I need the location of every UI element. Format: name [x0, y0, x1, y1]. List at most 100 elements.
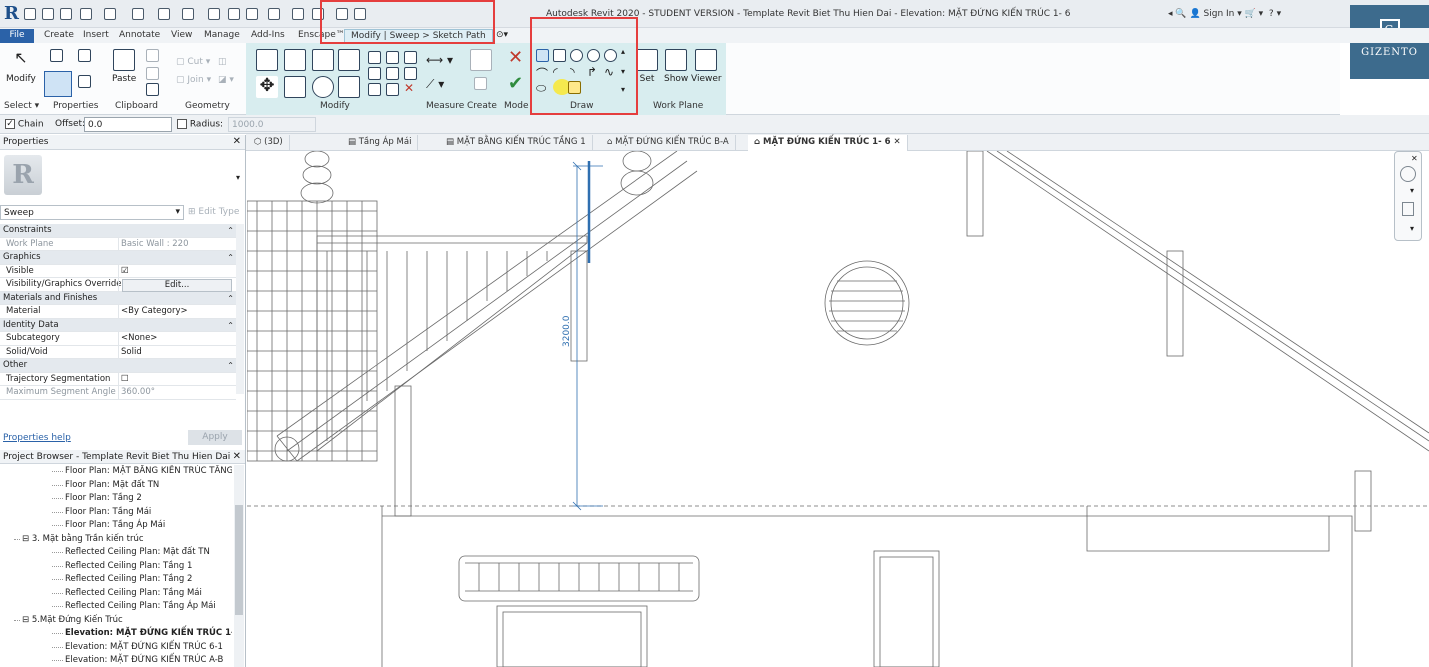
help-icon[interactable]: ?: [1269, 9, 1274, 19]
browser-view-item[interactable]: Reflected Ceiling Plan: Tầng Áp Mái: [65, 601, 216, 611]
move-icon[interactable]: ✥: [256, 76, 278, 98]
tab-create[interactable]: Create: [38, 29, 80, 43]
property-row[interactable]: Solid/Void Solid: [0, 345, 236, 359]
offset-icon[interactable]: [284, 49, 306, 71]
browser-view-item[interactable]: Floor Plan: MẶT BẰNG KIẾN TRÚC TẦNG 1: [65, 466, 232, 476]
trim-extend-icon[interactable]: [338, 76, 360, 98]
zoom-dropdown-icon[interactable]: ▾: [1410, 224, 1414, 233]
browser-view-item[interactable]: Floor Plan: Tầng Áp Mái: [65, 520, 165, 530]
type-selector-dropdown-icon[interactable]: ▾: [236, 173, 240, 182]
tag-qat-icon[interactable]: [228, 8, 240, 20]
property-value[interactable]: <By Category>: [121, 305, 188, 318]
section-icon[interactable]: [292, 8, 304, 20]
sync-icon[interactable]: [80, 8, 92, 20]
join-geometry-button[interactable]: ▢ Join ▾: [176, 75, 211, 85]
finish-edit-mode-icon[interactable]: ✔: [508, 73, 523, 94]
show-work-plane-button[interactable]: Show: [664, 49, 688, 84]
trim-single-icon[interactable]: [368, 83, 381, 96]
tab-insert[interactable]: Insert: [77, 29, 115, 43]
measure-qat-icon[interactable]: [182, 8, 194, 20]
drawing-canvas[interactable]: 3200.0: [247, 151, 1429, 667]
collapse-category-icon[interactable]: ⌃: [227, 251, 234, 264]
property-value[interactable]: Solid: [121, 346, 142, 359]
split-element-icon[interactable]: [368, 51, 381, 64]
browser-group[interactable]: ⊟ 3. Mặt bằng Trần kiến trúc: [22, 534, 144, 544]
property-row[interactable]: Material <By Category>: [0, 305, 236, 319]
tab-overflow-icon[interactable]: ⊙▾: [496, 30, 508, 40]
tab-annotate[interactable]: Annotate: [113, 29, 166, 43]
offset-input[interactable]: 0.0: [84, 117, 172, 132]
property-category[interactable]: Identity Data ⌃: [0, 318, 236, 332]
dimension-icon[interactable]: ⟋ ▾: [426, 77, 444, 92]
cut-icon[interactable]: [146, 49, 159, 62]
align-icon[interactable]: [256, 49, 278, 71]
edit-type-button[interactable]: ⊞ Edit Type: [188, 207, 239, 217]
close-browser-icon[interactable]: ✕: [233, 451, 241, 462]
view-tab-mat-dung-1-6[interactable]: ⌂ MẶT ĐỨNG KIẾN TRÚC 1- 6 ✕: [748, 135, 908, 151]
tab-view[interactable]: View: [165, 29, 198, 43]
property-value[interactable]: Edit...: [122, 279, 232, 292]
array-icon[interactable]: [368, 67, 381, 80]
view-tab-mat-bang-tang-1[interactable]: ▤ MẶT BẰNG KIẾN TRÚC TẦNG 1: [440, 135, 593, 151]
set-work-plane-button[interactable]: Set: [636, 49, 658, 84]
copy-icon[interactable]: [146, 67, 159, 80]
browser-view-item[interactable]: Elevation: MẶT ĐỨNG KIẾN TRÚC A-B: [65, 655, 223, 665]
steering-wheel-icon[interactable]: [1400, 166, 1416, 182]
property-row[interactable]: Subcategory <None>: [0, 332, 236, 346]
radius-option[interactable]: Radius:: [177, 119, 223, 130]
print-icon[interactable]: [158, 8, 170, 20]
create-similar-icon[interactable]: [470, 49, 492, 71]
browser-scrollbar[interactable]: [234, 465, 244, 667]
3d-view-icon[interactable]: [268, 8, 280, 20]
tab-add-ins[interactable]: Add-Ins: [245, 29, 291, 43]
property-row[interactable]: Maximum Segment Angle 360.00°: [0, 386, 236, 400]
zoom-icon[interactable]: [1402, 202, 1414, 216]
type-selector[interactable]: Sweep ▾: [0, 205, 184, 220]
chain-option[interactable]: ✓ Chain: [5, 119, 44, 130]
property-category[interactable]: Materials and Finishes ⌃: [0, 291, 236, 305]
cut-geometry-button[interactable]: ▢ Cut ▾: [176, 57, 210, 67]
properties-toggle-button[interactable]: [44, 71, 72, 97]
copy-element-icon[interactable]: [284, 76, 306, 98]
type-properties-icon[interactable]: [50, 49, 63, 62]
tab-file[interactable]: File: [0, 29, 34, 43]
sign-in-link[interactable]: ◂ 🔍 👤 Sign In ▾ 🛒 ▾ ? ▾: [1168, 9, 1281, 19]
elevation-drawing[interactable]: 3200.0: [247, 151, 1429, 667]
navbar-close-icon[interactable]: ✕: [1411, 154, 1418, 163]
view-tab-3d[interactable]: ⬡ (3D): [248, 135, 290, 151]
browser-view-item[interactable]: Floor Plan: Tầng Mái: [65, 507, 151, 517]
browser-view-item[interactable]: Reflected Ceiling Plan: Tầng Mái: [65, 588, 202, 598]
paste-button[interactable]: Paste: [112, 49, 136, 84]
redo-icon[interactable]: [132, 8, 144, 20]
work-plane-viewer-button[interactable]: Viewer: [691, 49, 722, 84]
browser-view-item[interactable]: Reflected Ceiling Plan: Tầng 2: [65, 574, 192, 584]
unpin-icon[interactable]: [404, 67, 417, 80]
property-category[interactable]: Graphics ⌃: [0, 251, 236, 265]
wall-joins-icon[interactable]: ◫: [218, 57, 227, 67]
match-type-icon[interactable]: [146, 83, 159, 96]
mirror-draw-icon[interactable]: [338, 49, 360, 71]
sketch-path[interactable]: 3200.0: [562, 161, 603, 511]
create-group-icon[interactable]: [474, 77, 487, 90]
close-properties-icon[interactable]: ✕: [233, 136, 241, 147]
property-value[interactable]: ☑: [121, 265, 129, 278]
apply-button[interactable]: Apply: [188, 430, 242, 445]
property-row[interactable]: Visible ☑: [0, 264, 236, 278]
split-gap-icon[interactable]: [386, 51, 399, 64]
property-row[interactable]: Work Plane Basic Wall : 220: [0, 237, 236, 251]
tab-manage[interactable]: Manage: [198, 29, 246, 43]
collapse-category-icon[interactable]: ⌃: [227, 319, 234, 332]
property-category[interactable]: Constraints ⌃: [0, 224, 236, 238]
view-tab-mat-dung-b-a[interactable]: ⌂ MẶT ĐỨNG KIẾN TRÚC B-A: [601, 135, 736, 151]
chain-checkbox[interactable]: ✓: [5, 119, 15, 129]
browser-view-item[interactable]: Floor Plan: Mặt đất TN: [65, 480, 159, 490]
browser-view-item[interactable]: Reflected Ceiling Plan: Tầng 1: [65, 561, 192, 571]
steering-wheel-dropdown-icon[interactable]: ▾: [1410, 186, 1414, 195]
measure-icon[interactable]: ⟷ ▾: [426, 53, 453, 67]
browser-group[interactable]: ⊟ 5.Mặt Đứng Kiến Trúc: [22, 615, 123, 625]
browser-view-item[interactable]: Floor Plan: Tầng 2: [65, 493, 142, 503]
browser-view-item[interactable]: Reflected Ceiling Plan: Mặt đất TN: [65, 547, 210, 557]
radius-checkbox[interactable]: [177, 119, 187, 129]
pin-icon[interactable]: [404, 51, 417, 64]
cancel-edit-mode-icon[interactable]: ✕: [508, 47, 523, 68]
